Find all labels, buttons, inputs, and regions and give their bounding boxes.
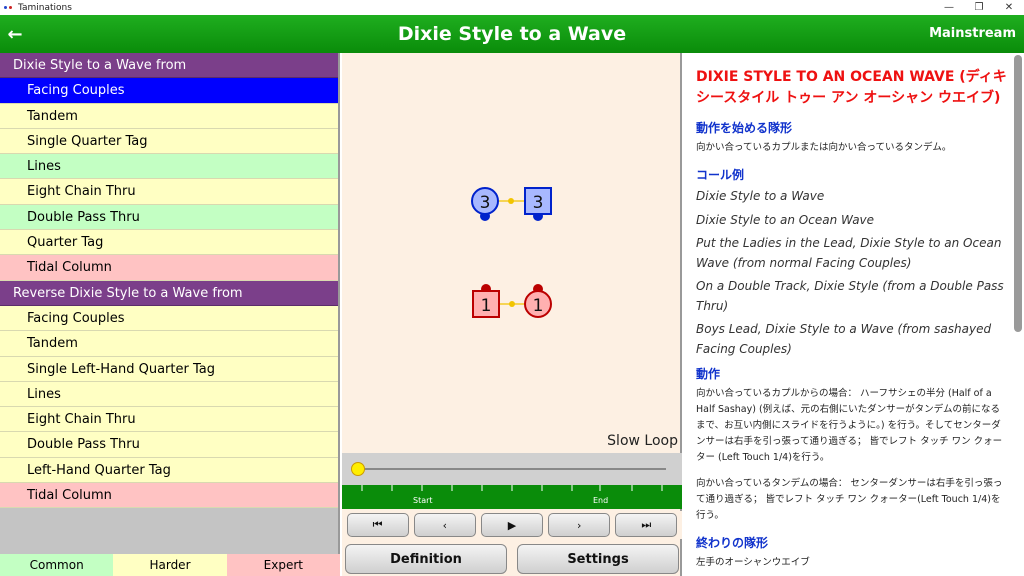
settings-button[interactable]: Settings xyxy=(517,544,679,574)
close-icon[interactable]: ✕ xyxy=(994,0,1024,15)
definition-panel: DIXIE STYLE TO AN OCEAN WAVE (ディキシースタイル … xyxy=(684,53,1024,576)
window-title: Taminations xyxy=(18,2,72,13)
dancer-number: 1 xyxy=(533,296,544,316)
animation-panel: 3 3 1 1 Slow Loop Start End ⏮ ‹ ▶ › ⏭ De… xyxy=(342,53,682,576)
slider-track[interactable] xyxy=(356,468,666,470)
end-formation-heading: 終わりの隊形 xyxy=(696,536,769,550)
dancer-1-girl: 1 xyxy=(524,284,552,318)
app-icon xyxy=(4,4,14,12)
list-item[interactable]: Tidal Column xyxy=(0,483,338,509)
handhold-dot xyxy=(508,198,514,204)
slider-thumb[interactable] xyxy=(351,462,365,476)
tick-marks xyxy=(361,485,663,491)
example-call[interactable]: On a Double Track, Dixie Style (from a D… xyxy=(696,277,1008,316)
list-section-header: Reverse Dixie Style to a Wave from xyxy=(0,280,338,306)
example-call[interactable]: Put the Ladies in the Lead, Dixie Style … xyxy=(696,234,1008,273)
dancer-3-boy: 3 xyxy=(524,187,552,221)
window-titlebar: Taminations — ❐ ✕ xyxy=(0,0,1024,15)
previous-button[interactable]: ‹ xyxy=(413,513,476,537)
list-item[interactable]: Lines xyxy=(0,381,338,408)
start-formation-heading: 動作を始める隊形 xyxy=(696,121,793,135)
slow-loop-label[interactable]: Slow Loop xyxy=(607,433,678,449)
panel-buttons: Definition Settings xyxy=(342,542,682,576)
list-item[interactable]: Single Quarter Tag xyxy=(0,128,338,155)
first-frame-button[interactable]: ⏮ xyxy=(346,513,409,537)
end-formation-text: 左手のオーシャンウエイブ xyxy=(696,557,810,568)
example-call[interactable]: Dixie Style to a Wave xyxy=(696,187,1008,207)
last-frame-button[interactable]: ⏭ xyxy=(615,513,678,537)
list-item[interactable]: Lines xyxy=(0,154,338,180)
list-item[interactable]: Eight Chain Thru xyxy=(0,407,338,433)
action-heading: 動作 xyxy=(696,367,721,381)
dancer-3-girl: 3 xyxy=(471,187,499,221)
list-section-header: Dixie Style to a Wave from xyxy=(0,53,338,79)
list-item[interactable]: Eight Chain Thru xyxy=(0,179,338,205)
list-item[interactable]: Tidal Column xyxy=(0,255,338,281)
list-item[interactable]: Single Left-Hand Quarter Tag xyxy=(0,356,338,382)
minimize-icon[interactable]: — xyxy=(934,0,964,15)
dancer-1-boy: 1 xyxy=(472,284,500,318)
maximize-icon[interactable]: ❐ xyxy=(964,0,994,15)
definition-button[interactable]: Definition xyxy=(345,544,507,574)
list-item[interactable]: Double Pass Thru xyxy=(0,204,338,231)
list-item[interactable]: Tandem xyxy=(0,103,338,129)
animation-slider[interactable] xyxy=(342,453,682,485)
tick-start-label: Start xyxy=(413,496,433,505)
list-item[interactable]: Facing Couples xyxy=(0,305,338,332)
dance-floor[interactable]: 3 3 1 1 xyxy=(342,53,682,453)
timeline-ticks: Start End xyxy=(342,485,682,509)
dancer-number: 3 xyxy=(533,193,544,213)
page-title: Dixie Style to a Wave xyxy=(397,23,627,45)
handhold-dot xyxy=(509,301,515,307)
list-item[interactable]: Left-Hand Quarter Tag xyxy=(0,457,338,484)
formation-list: Dixie Style to a Wave from Facing Couples… xyxy=(0,53,340,576)
dancer-number: 1 xyxy=(481,296,492,316)
next-button[interactable]: › xyxy=(548,513,611,537)
list-item[interactable]: Double Pass Thru xyxy=(0,432,338,458)
action-text-tandem: 向かい合っているタンデムの場合： センターダンサーは右手を引っ張って通り過ぎる；… xyxy=(696,478,1003,521)
tick-end-label: End xyxy=(593,496,609,505)
example-call[interactable]: Boys Lead, Dixie Style to a Wave (from s… xyxy=(696,320,1008,359)
back-arrow-icon[interactable]: ← xyxy=(4,19,26,49)
list-item[interactable]: Quarter Tag xyxy=(0,230,338,256)
start-formation-text: 向かい合っているカプルまたは向かい合っているタンデム。 xyxy=(696,142,952,153)
action-text-facing-couples: 向かい合っているカプルからの場合： ハーフサシェの半分 (Half of a H… xyxy=(696,388,1003,463)
list-item[interactable]: Tandem xyxy=(0,331,338,357)
examples-heading: コール例 xyxy=(696,168,745,182)
list-item[interactable]: Facing Couples xyxy=(0,78,338,104)
legend-common: Common xyxy=(0,554,114,576)
play-button[interactable]: ▶ xyxy=(480,513,543,537)
level-button[interactable]: Mainstream xyxy=(929,15,1016,53)
legend-expert: Expert xyxy=(226,554,340,576)
definition-title: DIXIE STYLE TO AN OCEAN WAVE (ディキシースタイル … xyxy=(696,69,1007,106)
app-header: ← Dixie Style to a Wave Mainstream xyxy=(0,15,1024,53)
example-call[interactable]: Dixie Style to an Ocean Wave xyxy=(696,211,1008,231)
window-controls: — ❐ ✕ xyxy=(934,0,1024,15)
dancer-number: 3 xyxy=(480,193,491,213)
definition-scrollbar[interactable] xyxy=(1014,55,1022,332)
legend-harder: Harder xyxy=(113,554,227,576)
difficulty-legend: Common Harder Expert xyxy=(0,554,340,576)
playback-controls: ⏮ ‹ ▶ › ⏭ xyxy=(342,511,682,539)
